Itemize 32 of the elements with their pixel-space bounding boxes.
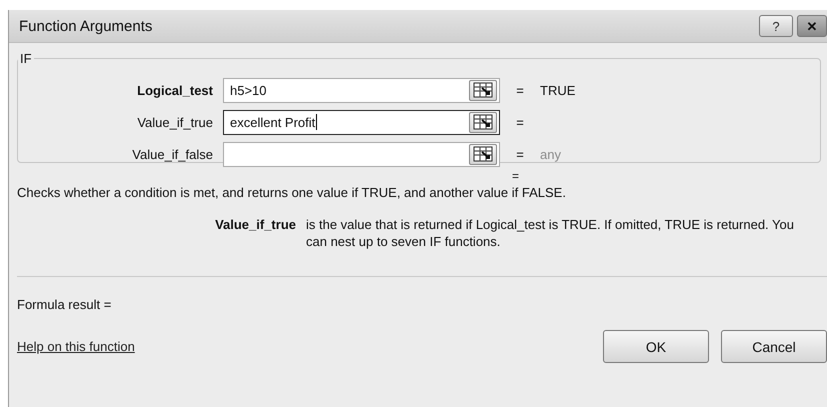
function-name: IF [19, 51, 33, 66]
equals-sign: = [516, 114, 524, 130]
cell-range-icon [473, 82, 493, 98]
argument-label: Value_if_false [131, 146, 214, 162]
argument-name: Value_if_true [214, 216, 297, 234]
cancel-button[interactable]: Cancel [721, 330, 827, 363]
help-link[interactable]: Help on this function [17, 339, 135, 354]
argument-result: any [540, 146, 562, 162]
input-value: h5>10 [230, 82, 267, 98]
argument-description: is the value that is returned if Logical_test is TRUE. If omitted, TRUE is returned. You can nest up to seven IF functions. [306, 217, 794, 249]
equals-sign: = [516, 82, 524, 98]
argument-input-field[interactable]: excellent Profit [223, 110, 500, 134]
argument-result: TRUE [540, 82, 576, 98]
argument-label: Value_if_true [136, 114, 214, 130]
close-button[interactable]: ✕ [797, 15, 827, 37]
collapse-dialog-button[interactable] [469, 144, 497, 164]
function-description: Checks whether a condition is met, and returns one value if TRUE, and another value if FALSE. [17, 185, 566, 200]
cell-range-icon [473, 114, 493, 130]
formula-equals: = [512, 169, 520, 183]
formula-result-label: Formula result = [17, 297, 112, 312]
collapse-dialog-button[interactable] [469, 80, 497, 100]
argument-label: Logical_test [136, 82, 214, 98]
window-title: Function Arguments [19, 18, 152, 34]
text-cursor [316, 114, 318, 130]
input-value: excellent Profit [230, 114, 316, 130]
help-button[interactable]: ? [759, 15, 793, 37]
cell-range-icon [473, 146, 493, 162]
collapse-dialog-button[interactable] [469, 112, 497, 132]
ok-button[interactable]: OK [603, 330, 709, 363]
argument-input-field[interactable]: h5>10 [223, 78, 500, 102]
argument-input-field[interactable] [223, 142, 500, 166]
equals-sign: = [516, 146, 524, 162]
